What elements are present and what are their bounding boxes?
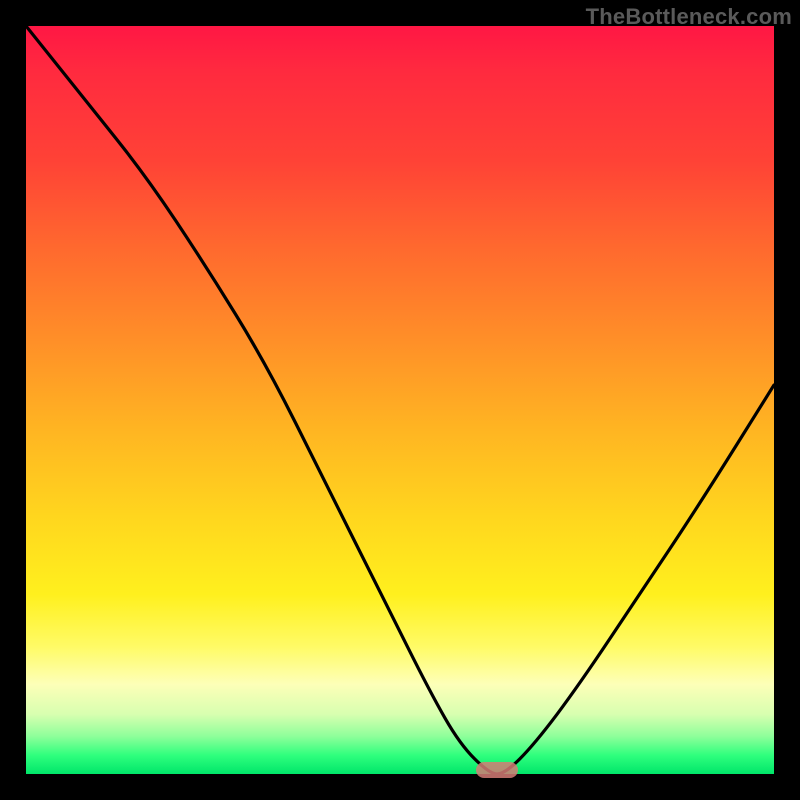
curve-path: [26, 26, 774, 774]
watermark-text: TheBottleneck.com: [586, 4, 792, 30]
chart-frame: TheBottleneck.com: [0, 0, 800, 800]
plot-area: [26, 26, 774, 774]
bottleneck-curve: [26, 26, 774, 774]
optimal-marker: [476, 762, 518, 778]
